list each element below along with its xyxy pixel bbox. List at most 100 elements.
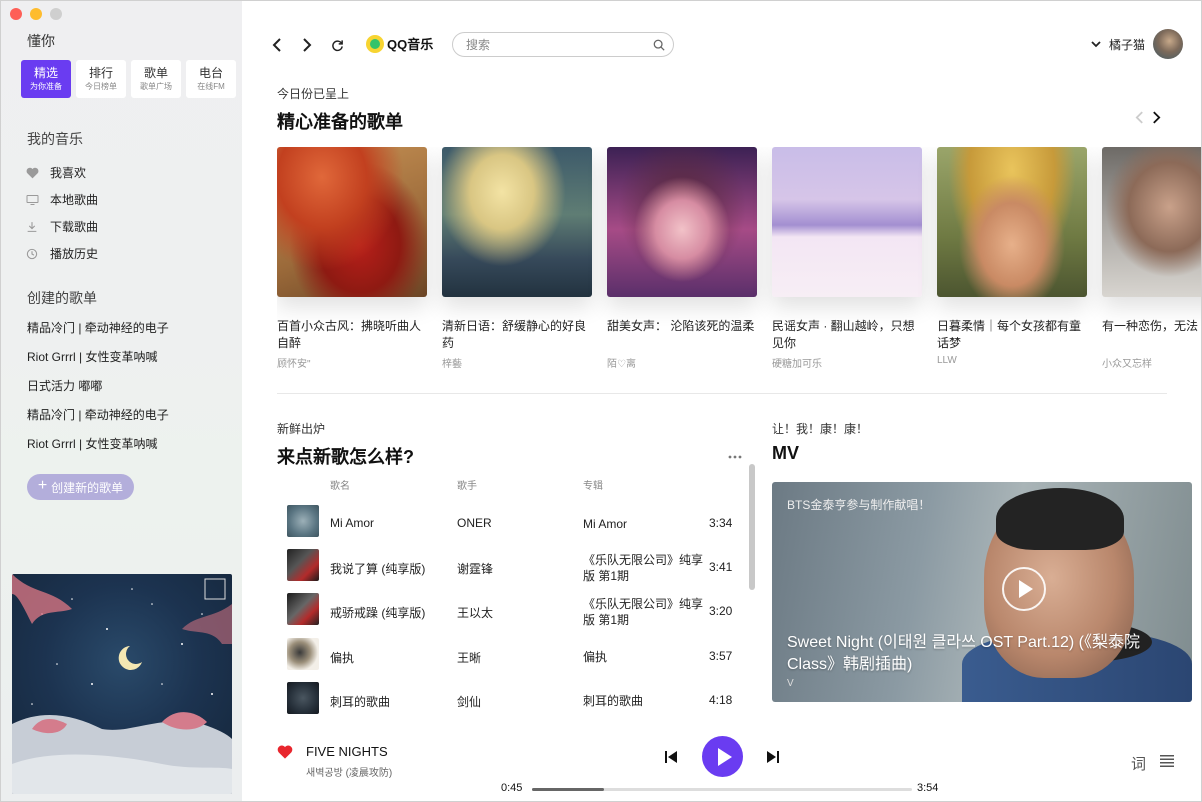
tab-label: 电台: [198, 66, 223, 80]
previous-track-button[interactable]: [664, 750, 678, 764]
playlist-title: 清新日语：舒缓静心的好良药: [442, 319, 587, 350]
song-artist[interactable]: 谢霆锋: [457, 560, 493, 577]
song-row[interactable]: 我说了算 (纯享版) 谢霆锋 《乐队无限公司》纯享版 第1期 3:41: [277, 545, 737, 589]
sidebar-item-label: 播放历史: [50, 247, 99, 261]
sidebar-item-downloads[interactable]: 下载歌曲: [25, 213, 98, 240]
tab-label: 歌单: [143, 66, 168, 80]
playlist-item[interactable]: Riot Grrrl | 女性变革呐喊: [27, 429, 169, 458]
playlist-card[interactable]: 清新日语：舒缓静心的好良药 梓藝: [442, 147, 592, 370]
refresh-button[interactable]: [327, 35, 347, 55]
my-music-heading: 我的音乐: [27, 131, 83, 147]
search-input[interactable]: [466, 37, 653, 52]
column-header-album: 专辑: [583, 481, 603, 492]
playlist-queue-icon[interactable]: [1160, 755, 1174, 767]
close-window-button[interactable]: [10, 8, 22, 20]
sidebar-item-local[interactable]: 本地歌曲: [25, 186, 98, 213]
search-icon[interactable]: [653, 39, 665, 51]
song-album[interactable]: 《乐队无限公司》纯享版 第1期: [583, 552, 709, 584]
sidebar-item-label: 本地歌曲: [50, 193, 99, 207]
song-artist[interactable]: ONER: [457, 516, 492, 530]
tab-featured[interactable]: 精选 为你准备: [21, 60, 71, 98]
recommend-title: 精心准备的歌单: [277, 112, 403, 132]
song-album[interactable]: 偏执: [583, 649, 709, 665]
minimize-window-button[interactable]: [30, 8, 42, 20]
mv-illustration-hair: [996, 488, 1124, 550]
column-header-artist: 歌手: [457, 481, 477, 492]
playlist-cover: [442, 147, 592, 297]
song-duration: 4:18: [709, 693, 733, 707]
now-playing-artist[interactable]: 새벽공방 (凌晨攻防): [306, 764, 392, 779]
sidebar-item-liked[interactable]: 我喜欢: [25, 159, 98, 186]
sidebar: 懂你 精选 为你准备 排行 今日榜单 歌单 歌单广场 电台 在线FM 我的音乐: [1, 1, 242, 801]
playlist-card[interactable]: 民谣女声 · 翻山越岭，只想见你 硬糖加可乐: [772, 147, 922, 370]
playlist-card[interactable]: 有一种恋伤，无法 小众又忘样: [1102, 147, 1201, 370]
playlist-card[interactable]: 甜美女声： 沦陷该死的温柔 陌♡离: [607, 147, 757, 370]
user-menu[interactable]: 橘子猫: [1091, 29, 1183, 59]
playlist-author: LLW: [937, 355, 957, 366]
song-artist[interactable]: 王以太: [457, 604, 493, 621]
mv-card-artist: V: [787, 678, 794, 689]
playlist-item[interactable]: 日式活力 嘟嘟: [27, 371, 169, 400]
progress-bar[interactable]: [532, 788, 912, 791]
tab-radio[interactable]: 电台 在线FM: [186, 60, 236, 98]
carousel-controls: [1135, 111, 1161, 128]
main-content: QQ音乐 橘子猫 今日份已呈上 精心准备的歌单: [242, 1, 1201, 801]
app-logo[interactable]: QQ音乐: [366, 34, 433, 53]
forward-button[interactable]: [297, 35, 317, 55]
playlist-title: 百首小众古风：拂晓听曲人自醉: [277, 319, 422, 350]
song-album[interactable]: Mi Amor: [583, 516, 709, 532]
song-row[interactable]: 偏执 王晰 偏执 3:57: [277, 634, 737, 678]
song-duration: 3:57: [709, 649, 733, 663]
song-artist[interactable]: 王晰: [457, 649, 481, 666]
song-duration: 3:34: [709, 516, 733, 530]
mv-play-button[interactable]: [1002, 567, 1046, 611]
song-row[interactable]: 刺耳的歌曲 剑仙 刺耳的歌曲 4:18: [277, 678, 737, 722]
player-bar: FIVE NIGHTS 새벽공방 (凌晨攻防) 0:45 3:54 词: [242, 731, 1201, 801]
play-button[interactable]: [702, 736, 743, 777]
song-list-scrollbar[interactable]: [749, 464, 755, 590]
chevron-left-icon: [1135, 111, 1143, 124]
playlist-item[interactable]: 精品冷门 | 牵动神经的电子: [27, 313, 169, 342]
window-controls: [10, 8, 62, 20]
refresh-icon: [331, 39, 343, 51]
mv-card[interactable]: BTS金泰亨参与制作献唱！ Sweet Night (이태원 클라쓰 OST P…: [772, 482, 1192, 702]
plus-icon: +: [37, 477, 48, 494]
next-track-button[interactable]: [766, 750, 780, 764]
playlist-item[interactable]: Riot Grrrl | 女性变革呐喊: [27, 342, 169, 371]
maximize-window-button[interactable]: [50, 8, 62, 20]
carousel-prev-button[interactable]: [1135, 111, 1144, 128]
tab-playlists[interactable]: 歌单 歌单广场: [131, 60, 181, 98]
history-icon: [25, 247, 39, 261]
playlist-item[interactable]: 精品冷门 | 牵动神经的电子: [27, 400, 169, 429]
song-album[interactable]: 《乐队无限公司》纯享版 第1期: [583, 596, 709, 628]
create-playlist-button[interactable]: + 创建新的歌单: [27, 474, 134, 500]
sidebar-item-label: 我喜欢: [50, 166, 87, 180]
sidebar-item-history[interactable]: 播放历史: [25, 240, 98, 267]
heart-icon[interactable]: [277, 744, 293, 760]
song-duration: 3:20: [709, 604, 733, 618]
lyrics-button[interactable]: 词: [1131, 753, 1146, 774]
avatar[interactable]: [1153, 29, 1183, 59]
song-row[interactable]: 戒骄戒躁 (纯享版) 王以太 《乐队无限公司》纯享版 第1期 3:20: [277, 589, 737, 633]
mv-title: MV: [772, 443, 799, 463]
my-music-list: 我喜欢 本地歌曲 下载歌曲 播放历史: [25, 159, 98, 267]
song-row[interactable]: Mi Amor ONER Mi Amor 3:34: [277, 501, 737, 545]
playlist-title: 日暮柔情｜每个女孩都有童话梦: [937, 319, 1082, 350]
mv-card-subtitle: BTS金泰亨参与制作献唱！: [787, 498, 931, 512]
nav-tabs: 精选 为你准备 排行 今日榜单 歌单 歌单广场 电台 在线FM: [21, 60, 236, 98]
carousel-next-button[interactable]: [1152, 111, 1161, 128]
more-options-button[interactable]: [728, 446, 742, 462]
song-name: 偏执: [330, 651, 355, 665]
song-album[interactable]: 刺耳的歌曲: [583, 693, 709, 709]
now-playing-cover[interactable]: [12, 574, 232, 794]
playlist-cover: [937, 147, 1087, 297]
back-button[interactable]: [267, 35, 287, 55]
tab-sublabel: 在线FM: [197, 82, 225, 91]
tab-charts[interactable]: 排行 今日榜单: [76, 60, 126, 98]
playlist-author: 硬糖加可乐: [772, 359, 822, 370]
song-artist[interactable]: 剑仙: [457, 693, 481, 710]
more-icon: [728, 455, 742, 459]
playlist-cover: [772, 147, 922, 297]
playlist-card[interactable]: 日暮柔情｜每个女孩都有童话梦 LLW: [937, 147, 1087, 366]
playlist-card[interactable]: 百首小众古风：拂晓听曲人自醉 顾怀安": [277, 147, 427, 370]
